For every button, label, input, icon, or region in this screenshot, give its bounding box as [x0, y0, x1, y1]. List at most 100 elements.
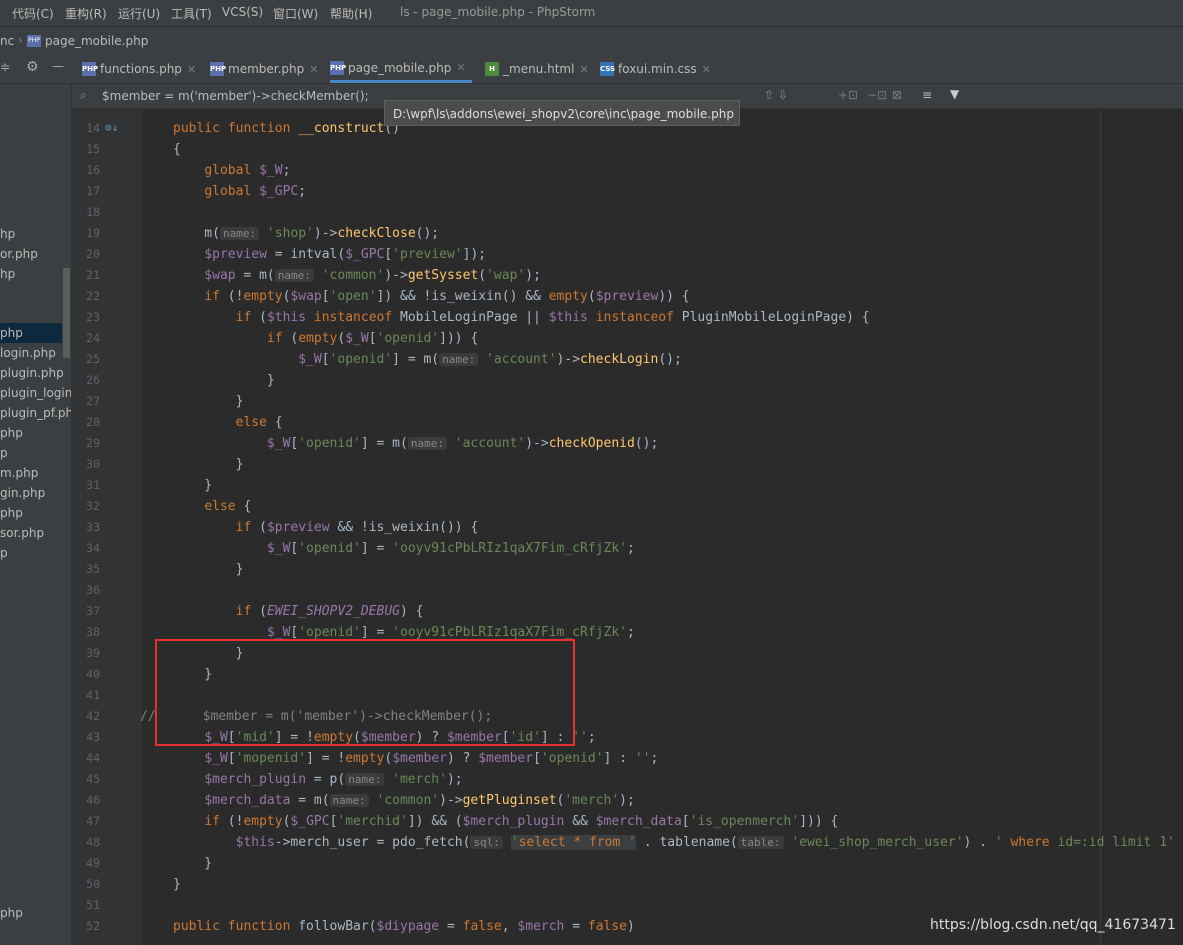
project-sidebar: hp or.php hp php login.php plugin.php pl…	[0, 84, 72, 945]
line-number: 19	[86, 226, 100, 240]
line-number: 22	[86, 289, 100, 303]
code-line: }	[173, 373, 275, 388]
close-icon[interactable]: ✕	[187, 63, 196, 76]
php-file-icon: PHP	[210, 62, 226, 76]
line-number: 16	[86, 163, 100, 177]
sidebar-item[interactable]: gin.php	[0, 483, 45, 503]
watermark: https://blog.csdn.net/qq_41673471	[930, 917, 1176, 933]
close-icon[interactable]: ✕	[579, 63, 588, 76]
code-line: $_W['openid'] = 'ooyv91cPbLRIz1qaX7Fim_c…	[266, 541, 635, 556]
sidebar-item[interactable]: or.php	[0, 244, 38, 264]
sidebar-item[interactable]: plugin.php	[0, 363, 64, 383]
code-line: {	[173, 142, 181, 157]
sidebar-item[interactable]: login.php	[0, 343, 56, 363]
line-number: 15	[86, 142, 100, 156]
filter-icon[interactable]: ▼	[950, 87, 959, 101]
line-number: 44	[86, 751, 100, 765]
sidebar-item[interactable]: hp	[0, 264, 15, 284]
sidebar-item-selected[interactable]: php	[0, 323, 62, 343]
search-icon[interactable]: ⌕	[80, 88, 87, 103]
code-line: global $_GPC;	[204, 184, 307, 199]
line-number: 37	[86, 604, 100, 618]
breadcrumb: nc › PHP page_mobile.php	[0, 26, 1183, 55]
line-number: 34	[86, 541, 100, 555]
code-line: $this->merch_user = pdo_fetch(sql: 'sele…	[235, 835, 1175, 850]
sidebar-item[interactable]: m.php	[0, 463, 38, 483]
code-line: $_W['mopenid'] = !empty($member) ? $memb…	[204, 751, 659, 766]
toolbar-icons-left[interactable]: ⇧ ⇩	[764, 88, 788, 102]
breadcrumb-parent[interactable]: nc	[0, 34, 14, 48]
php-file-icon: PHP	[330, 60, 346, 75]
tab-foxui-css[interactable]: CSS foxui.min.css ✕	[600, 55, 711, 83]
sidebar-item[interactable]: p	[0, 443, 8, 463]
menu-help[interactable]: 帮助(H)	[330, 5, 372, 22]
menu-run[interactable]: 运行(U)	[118, 5, 160, 22]
window-title: ls - page_mobile.php - PhpStorm	[400, 5, 596, 19]
tab-label: member.php	[228, 62, 305, 76]
code-line: if (EWEI_SHOPV2_DEBUG) {	[235, 604, 424, 619]
code-line: }	[173, 394, 244, 409]
line-number: 17	[86, 184, 100, 198]
remove-selection-icon[interactable]: −⊡	[867, 88, 887, 102]
sidebar-item[interactable]: plugin_pf.php	[0, 403, 71, 423]
line-number: 41	[86, 688, 100, 702]
line-number: 14	[86, 121, 100, 135]
php-file-icon: PHP	[27, 35, 41, 47]
line-number: 20	[86, 247, 100, 261]
line-number: 27	[86, 394, 100, 408]
line-number: 29	[86, 436, 100, 450]
settings-list-icon[interactable]: ≡	[922, 88, 932, 102]
collapse-icon[interactable]: ≑	[0, 60, 10, 74]
tab-functions[interactable]: PHP functions.php ✕	[82, 55, 196, 83]
menu-code[interactable]: 代码(C)	[12, 5, 54, 22]
close-icon[interactable]: ✕	[309, 63, 318, 76]
sidebar-item[interactable]: plugin_login.	[0, 383, 71, 403]
line-number: 36	[86, 583, 100, 597]
menu-tools[interactable]: 工具(T)	[171, 5, 212, 22]
tab-label: page_mobile.php	[348, 60, 452, 75]
file-path-tooltip: D:\wpf\ls\addons\ewei_shopv2\core\inc\pa…	[384, 100, 740, 126]
search-input[interactable]: $member = m('member')->checkMember();	[102, 89, 369, 103]
sidebar-item[interactable]: sor.php	[0, 523, 44, 543]
menu-bar: 代码(C) 重构(R) 运行(U) 工具(T) VCS(S) 窗口(W) 帮助(…	[0, 0, 1183, 26]
tab-page-mobile[interactable]: PHP page_mobile.php ✕	[330, 55, 472, 83]
sidebar-item[interactable]: php	[0, 423, 23, 443]
code-editor[interactable]: 14 15 16 17 18 19 20 21 22 23 24 25 26 2…	[72, 118, 1183, 945]
line-number: 31	[86, 478, 100, 492]
tab-member[interactable]: PHP member.php ✕	[210, 55, 318, 83]
line-number: 33	[86, 520, 100, 534]
code-line: $_W['openid'] = m(name: 'account')->chec…	[266, 436, 659, 451]
menu-window[interactable]: 窗口(W)	[273, 5, 318, 22]
line-number: 30	[86, 457, 100, 471]
minimize-icon[interactable]: —	[52, 59, 64, 73]
select-all-icon[interactable]: ⊠	[892, 88, 902, 102]
tab-label: foxui.min.css	[618, 62, 697, 76]
code-line: if (!empty($_GPC['merchid']) && ($merch_…	[204, 814, 839, 829]
editor-tab-bar: ≑ ⚙ — PHP functions.php ✕ PHP member.php…	[0, 55, 1183, 84]
tab-menu-html[interactable]: H _menu.html ✕	[485, 55, 589, 83]
line-number: 45	[86, 772, 100, 786]
code-line: if (empty($_W['openid'])) {	[266, 331, 479, 346]
sidebar-item[interactable]: p	[0, 543, 8, 563]
sidebar-item[interactable]: php	[0, 503, 23, 523]
line-number: 18	[86, 205, 100, 219]
code-line: $merch_plugin = p(name: 'merch');	[204, 772, 463, 787]
line-number: 49	[86, 856, 100, 870]
code-line: if (!empty($wap['open']) && !is_weixin()…	[204, 289, 690, 304]
chevron-right-icon: ›	[18, 33, 23, 47]
close-icon[interactable]: ✕	[702, 63, 711, 76]
sidebar-scrollbar[interactable]	[63, 268, 70, 358]
close-icon[interactable]: ✕	[456, 61, 465, 74]
override-icon[interactable]: ⊙↓	[105, 121, 118, 134]
code-line: $merch_data = m(name: 'common')->getPlug…	[204, 793, 635, 808]
add-selection-icon[interactable]: +⊡	[838, 88, 858, 102]
tab-label: functions.php	[100, 62, 182, 76]
gear-icon[interactable]: ⚙	[26, 59, 39, 75]
menu-vcs[interactable]: VCS(S)	[222, 5, 263, 19]
menu-refactor[interactable]: 重构(R)	[65, 5, 107, 22]
breadcrumb-file[interactable]: page_mobile.php	[45, 34, 148, 48]
sidebar-item[interactable]: php	[0, 903, 23, 923]
sidebar-item[interactable]: hp	[0, 224, 15, 244]
line-number: 21	[86, 268, 100, 282]
code-line: m(name: 'shop')->checkClose();	[173, 226, 440, 241]
